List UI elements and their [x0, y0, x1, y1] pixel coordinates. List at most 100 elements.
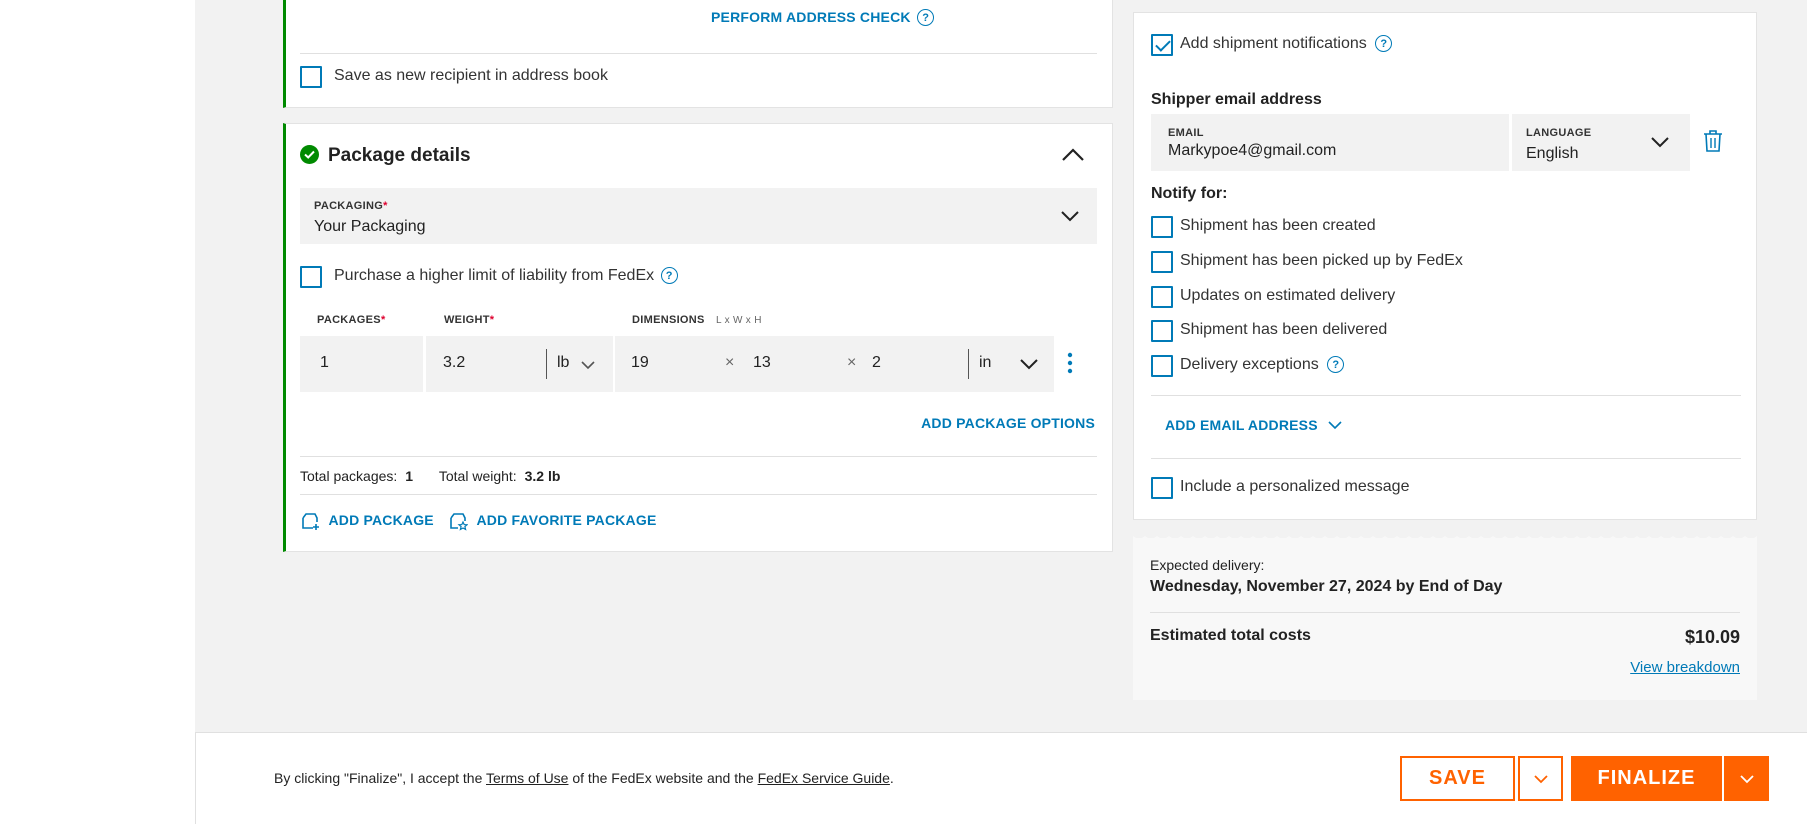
chevron-down-icon: [1328, 421, 1342, 430]
help-icon[interactable]: ?: [1375, 35, 1393, 53]
divider: [300, 53, 1097, 54]
divider: [1151, 395, 1741, 396]
save-dropdown-button[interactable]: [1518, 756, 1563, 801]
perform-address-check[interactable]: PERFORM ADDRESS CHECK ?: [711, 9, 935, 27]
chevron-down-icon: [1651, 137, 1669, 148]
packaging-value: Your Packaging: [314, 218, 426, 235]
times-icon: ×: [847, 354, 857, 371]
chevron-down-icon: [581, 361, 595, 370]
help-icon[interactable]: ?: [917, 9, 935, 27]
dimensions-hint: L x W x H: [716, 315, 762, 326]
estimated-total-value: $10.09: [1684, 627, 1740, 647]
language-select[interactable]: LANGUAGE English: [1512, 114, 1690, 171]
notify-picked-up-checkbox[interactable]: [1151, 251, 1173, 273]
add-package-options-link[interactable]: ADD PACKAGE OPTIONS: [921, 415, 1095, 431]
dimensions-input[interactable]: 19 × 13 × 2 in: [615, 336, 1054, 392]
expected-delivery-value: Wednesday, November 27, 2024 by End of D…: [1150, 578, 1503, 595]
dimension-width[interactable]: 13: [753, 354, 771, 372]
weight-unit-select[interactable]: lb: [557, 354, 569, 372]
packaging-select[interactable]: PACKAGING* Your Packaging: [300, 188, 1097, 244]
add-package-label: ADD PACKAGE: [328, 512, 434, 529]
success-check-icon: [300, 145, 319, 164]
add-package-button[interactable]: ADD PACKAGE: [300, 511, 434, 531]
personal-message-label: Include a personalized message: [1180, 478, 1410, 495]
zigzag-edge-top: [1133, 536, 1757, 540]
package-details-card: Package details PACKAGING* Your Packagin…: [283, 123, 1113, 552]
total-packages-value: 1: [405, 468, 413, 484]
weight-value: 3.2: [443, 354, 466, 371]
finalize-button[interactable]: FINALIZE: [1571, 756, 1722, 801]
add-notifications-label: Add shipment notifications ?: [1180, 35, 1393, 53]
notify-estimated-delivery-label: Updates on estimated delivery: [1180, 287, 1396, 304]
notify-delivered-label: Shipment has been delivered: [1180, 321, 1388, 338]
times-icon: ×: [725, 354, 735, 371]
dimension-unit-divider: [968, 349, 969, 379]
notify-created-label: Shipment has been created: [1180, 217, 1376, 234]
notify-created-checkbox[interactable]: [1151, 216, 1173, 238]
help-icon[interactable]: ?: [1327, 356, 1345, 374]
divider: [1150, 612, 1740, 613]
add-favorite-package-button[interactable]: ADD FAVORITE PACKAGE: [448, 511, 657, 531]
packages-input[interactable]: 1: [300, 336, 423, 392]
more-options-icon[interactable]: [1066, 352, 1074, 374]
total-packages-label: Total packages:: [300, 468, 398, 484]
summary-card: Expected delivery: Wednesday, November 2…: [1133, 536, 1757, 700]
notify-delivered-checkbox[interactable]: [1151, 320, 1173, 342]
weight-unit-divider: [546, 349, 547, 379]
service-guide-link[interactable]: FedEx Service Guide: [758, 770, 890, 786]
total-weight-value: 3.2 lb: [524, 468, 561, 484]
liability-label: Purchase a higher limit of liability fro…: [334, 267, 678, 285]
liability-checkbox[interactable]: [300, 266, 322, 288]
language-label: LANGUAGE: [1526, 127, 1592, 139]
finalize-dropdown-button[interactable]: [1724, 756, 1769, 801]
divider: [300, 456, 1097, 457]
divider: [1151, 458, 1741, 459]
email-input[interactable]: EMAIL Markypoe4@gmail.com: [1151, 114, 1509, 171]
dimension-height[interactable]: 2: [872, 354, 881, 372]
total-weight-label: Total weight:: [438, 468, 517, 484]
packaging-label: PACKAGING*: [314, 200, 388, 212]
footer-bar: By clicking "Finalize", I accept the Ter…: [195, 732, 1807, 824]
expected-delivery-label: Expected delivery:: [1150, 557, 1265, 573]
dimension-unit-select[interactable]: in: [979, 354, 991, 372]
trash-icon[interactable]: [1702, 129, 1724, 153]
notify-exceptions-label: Delivery exceptions ?: [1180, 356, 1345, 374]
weight-input[interactable]: 3.2 lb: [426, 336, 613, 392]
perform-address-check-link[interactable]: PERFORM ADDRESS CHECK: [711, 9, 911, 25]
email-label: EMAIL: [1168, 127, 1204, 139]
save-button-label: SAVE: [1429, 767, 1486, 789]
add-favorite-package-label: ADD FAVORITE PACKAGE: [476, 512, 657, 529]
save-recipient-label: Save as new recipient in address book: [334, 67, 608, 84]
save-recipient-checkbox[interactable]: [300, 66, 322, 88]
collapse-chevron-up-icon[interactable]: [1061, 146, 1085, 162]
notify-estimated-delivery-checkbox[interactable]: [1151, 286, 1173, 308]
divider: [300, 494, 1097, 495]
shipper-email-title: Shipper email address: [1151, 91, 1322, 108]
notify-for-title: Notify for:: [1151, 185, 1228, 202]
chevron-down-icon: [1739, 774, 1754, 783]
language-value: English: [1526, 145, 1579, 162]
chevron-down-icon: [1020, 359, 1038, 370]
terms-of-use-link[interactable]: Terms of Use: [486, 770, 568, 786]
add-notifications-checkbox[interactable]: [1151, 34, 1173, 56]
chevron-down-icon: [1533, 774, 1548, 783]
notify-exceptions-checkbox[interactable]: [1151, 355, 1173, 377]
main-content: PERFORM ADDRESS CHECK ? Save as new reci…: [195, 0, 1807, 732]
dimension-length[interactable]: 19: [631, 354, 649, 372]
zigzag-edge-bottom: [1133, 696, 1757, 700]
estimated-total-label: Estimated total costs: [1150, 627, 1311, 644]
packages-column-label: PACKAGES*: [317, 314, 386, 326]
dimensions-column-label: DIMENSIONS L x W x H: [632, 314, 762, 326]
package-star-icon: [450, 513, 469, 531]
personal-message-checkbox[interactable]: [1151, 477, 1173, 499]
package-totals: Total packages: 1 Total weight: 3.2 lb: [300, 468, 560, 484]
email-value: Markypoe4@gmail.com: [1168, 142, 1337, 159]
package-plus-icon: [302, 513, 319, 530]
finalize-button-label: FINALIZE: [1597, 767, 1696, 789]
view-breakdown-link[interactable]: View breakdown: [1630, 659, 1740, 676]
add-email-address-button[interactable]: ADD EMAIL ADDRESS: [1165, 417, 1342, 435]
help-icon[interactable]: ?: [660, 267, 678, 285]
footer-legal-text: By clicking "Finalize", I accept the Ter…: [274, 770, 894, 786]
save-button[interactable]: SAVE: [1400, 756, 1515, 801]
recipient-card: PERFORM ADDRESS CHECK ? Save as new reci…: [283, 0, 1113, 108]
